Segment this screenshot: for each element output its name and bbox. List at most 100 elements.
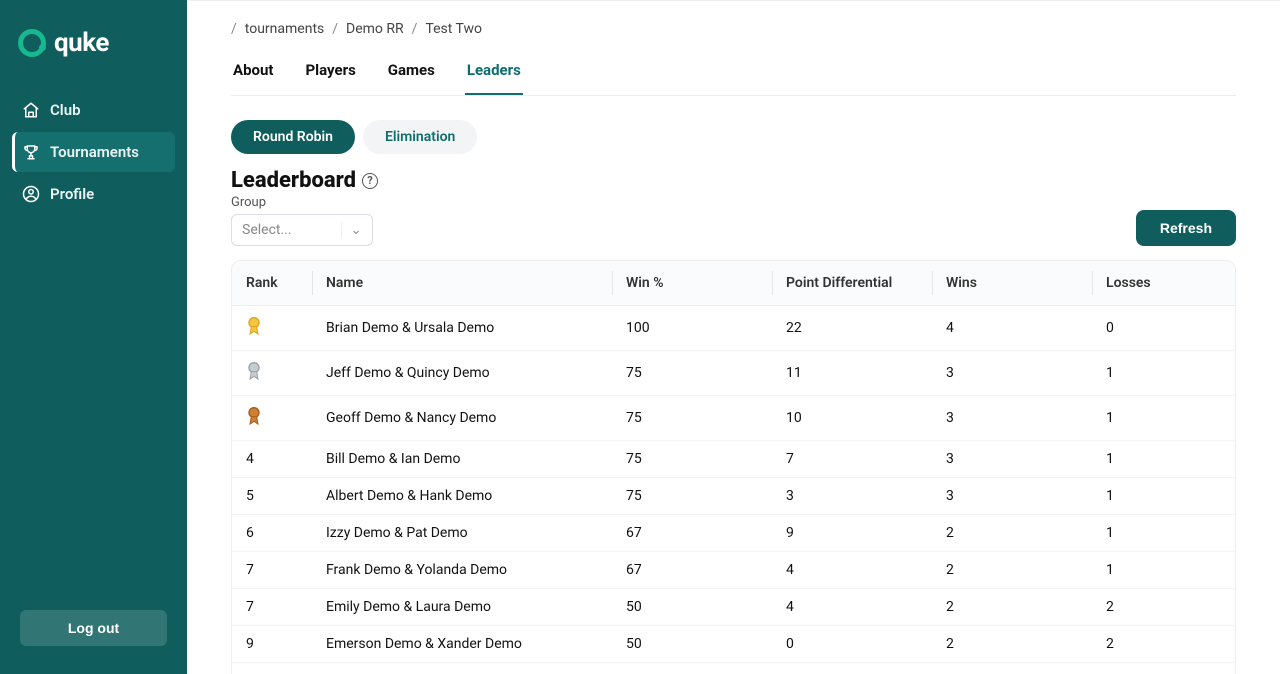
sidebar-nav: Club Tournaments Profile: [12, 90, 175, 214]
tabs: About Players Games Leaders: [231, 47, 1236, 96]
tab-leaders[interactable]: Leaders: [465, 47, 523, 95]
cell-name: Brian Demo & Ursala Demo: [312, 306, 612, 351]
main: / tournaments / Demo RR / Test Two About…: [187, 0, 1280, 674]
subtabs: Round Robin Elimination: [231, 120, 1236, 154]
cell-losses: 1: [1092, 351, 1235, 396]
trophy-icon: [22, 143, 40, 161]
th-diff[interactable]: Point Differential: [772, 261, 932, 306]
sidebar-item-label: Profile: [50, 185, 94, 203]
table-row: 6 Izzy Demo & Pat Demo 67 9 2 1: [232, 515, 1235, 552]
cell-diff: 22: [772, 306, 932, 351]
breadcrumb-item[interactable]: Test Two: [425, 21, 482, 37]
cell-wins: 2: [932, 589, 1092, 626]
sidebar: quke Club Tournaments Profile Log out: [0, 0, 187, 674]
table-row: 5 Albert Demo & Hank Demo 75 3 3 1: [232, 478, 1235, 515]
cell-name: Bill Demo & Ian Demo: [312, 441, 612, 478]
cell-name: Jeff Demo & Quincy Demo: [312, 351, 612, 396]
subtab-round-robin[interactable]: Round Robin: [231, 120, 355, 154]
breadcrumb-sep: /: [412, 21, 418, 37]
cell-losses: 1: [1092, 552, 1235, 589]
table-row: Brian Demo & Ursala Demo 100 22 4 0: [232, 306, 1235, 351]
breadcrumb-sep: /: [332, 21, 338, 37]
help-icon[interactable]: ?: [362, 173, 378, 189]
cell-name: Frank Demo & Yolanda Demo: [312, 552, 612, 589]
cell-winp: 67: [612, 552, 772, 589]
cell-diff: 10: [772, 396, 932, 441]
cell-rank: 7: [246, 562, 254, 578]
brand-name: quke: [54, 28, 109, 58]
th-losses[interactable]: Losses: [1092, 261, 1235, 306]
sidebar-item-profile[interactable]: Profile: [12, 174, 175, 214]
cell-diff: 4: [772, 589, 932, 626]
cell-winp: 67: [612, 515, 772, 552]
sidebar-item-club[interactable]: Club: [12, 90, 175, 130]
cell-name: Izzy Demo & Pat Demo: [312, 515, 612, 552]
cell-losses: 2: [1092, 626, 1235, 663]
subtab-elimination[interactable]: Elimination: [363, 120, 477, 154]
medal-gold-icon: [246, 316, 262, 336]
table-row: 4 Bill Demo & Ian Demo 75 7 3 1: [232, 441, 1235, 478]
table-row: 9 Emerson Demo & Xander Demo 50 0 2 2: [232, 626, 1235, 663]
cell-rank: 9: [246, 636, 254, 652]
sidebar-item-label: Club: [50, 101, 81, 119]
th-name[interactable]: Name: [312, 261, 612, 306]
cell-rank: 6: [246, 525, 254, 541]
cell-losses: 2: [1092, 589, 1235, 626]
cell-rank: 4: [246, 451, 254, 467]
th-winp[interactable]: Win %: [612, 261, 772, 306]
cell-diff: 4: [772, 552, 932, 589]
medal-silver-icon: [246, 361, 262, 381]
sidebar-item-tournaments[interactable]: Tournaments: [12, 132, 175, 172]
cell-diff: 3: [772, 478, 932, 515]
medal-bronze-icon: [246, 406, 262, 426]
tab-games[interactable]: Games: [386, 47, 437, 95]
th-rank[interactable]: Rank: [232, 261, 312, 306]
cell-winp: 75: [612, 478, 772, 515]
group-label: Group: [231, 195, 373, 210]
user-icon: [22, 185, 40, 203]
cell-winp: 75: [612, 396, 772, 441]
leaderboard-table: Rank Name Win % Point Differential Wins …: [231, 260, 1236, 674]
cell-winp: 50: [612, 589, 772, 626]
table-row: 7 Frank Demo & Yolanda Demo 67 4 2 1: [232, 552, 1235, 589]
cell-name: Geoff Demo & Nancy Demo: [312, 396, 612, 441]
cell-diff: 0: [772, 663, 932, 674]
table-row: Jeff Demo & Quincy Demo 75 11 3 1: [232, 351, 1235, 396]
breadcrumb-item[interactable]: tournaments: [245, 21, 324, 37]
group-select[interactable]: Select... ⌄: [231, 214, 373, 246]
cell-winp: 75: [612, 441, 772, 478]
logo-icon: [18, 29, 46, 57]
cell-wins: 2: [932, 515, 1092, 552]
cell-rank: 7: [246, 599, 254, 615]
cell-losses: 0: [1092, 306, 1235, 351]
cell-losses: 1: [1092, 441, 1235, 478]
breadcrumb-item[interactable]: Demo RR: [346, 21, 404, 37]
tab-players[interactable]: Players: [303, 47, 357, 95]
table-row: Geoff Demo & Nancy Demo 75 10 3 1: [232, 396, 1235, 441]
cell-winp: 75: [612, 351, 772, 396]
brand-logo: quke: [12, 20, 175, 82]
page-title: Leaderboard: [231, 168, 356, 193]
refresh-button[interactable]: Refresh: [1136, 210, 1236, 246]
cell-wins: 3: [932, 351, 1092, 396]
th-wins[interactable]: Wins: [932, 261, 1092, 306]
sidebar-item-label: Tournaments: [50, 143, 139, 161]
chevron-down-icon: ⌄: [341, 222, 362, 238]
breadcrumb-sep: /: [231, 21, 237, 37]
select-placeholder: Select...: [242, 222, 292, 238]
cell-diff: 0: [772, 626, 932, 663]
cell-diff: 7: [772, 441, 932, 478]
cell-name: Emerson Demo & Xander Demo: [312, 626, 612, 663]
cell-wins: 3: [932, 396, 1092, 441]
cell-wins: 2: [932, 626, 1092, 663]
cell-name: Kevin Demo & Ryan Demo: [312, 663, 612, 674]
tab-about[interactable]: About: [231, 47, 275, 95]
cell-losses: 1: [1092, 515, 1235, 552]
cell-winp: 50: [612, 626, 772, 663]
cell-wins: 4: [932, 306, 1092, 351]
cell-wins: 3: [932, 441, 1092, 478]
cell-winp: 50: [612, 663, 772, 674]
cell-winp: 100: [612, 306, 772, 351]
logout-button[interactable]: Log out: [20, 610, 167, 646]
cell-losses: 2: [1092, 663, 1235, 674]
